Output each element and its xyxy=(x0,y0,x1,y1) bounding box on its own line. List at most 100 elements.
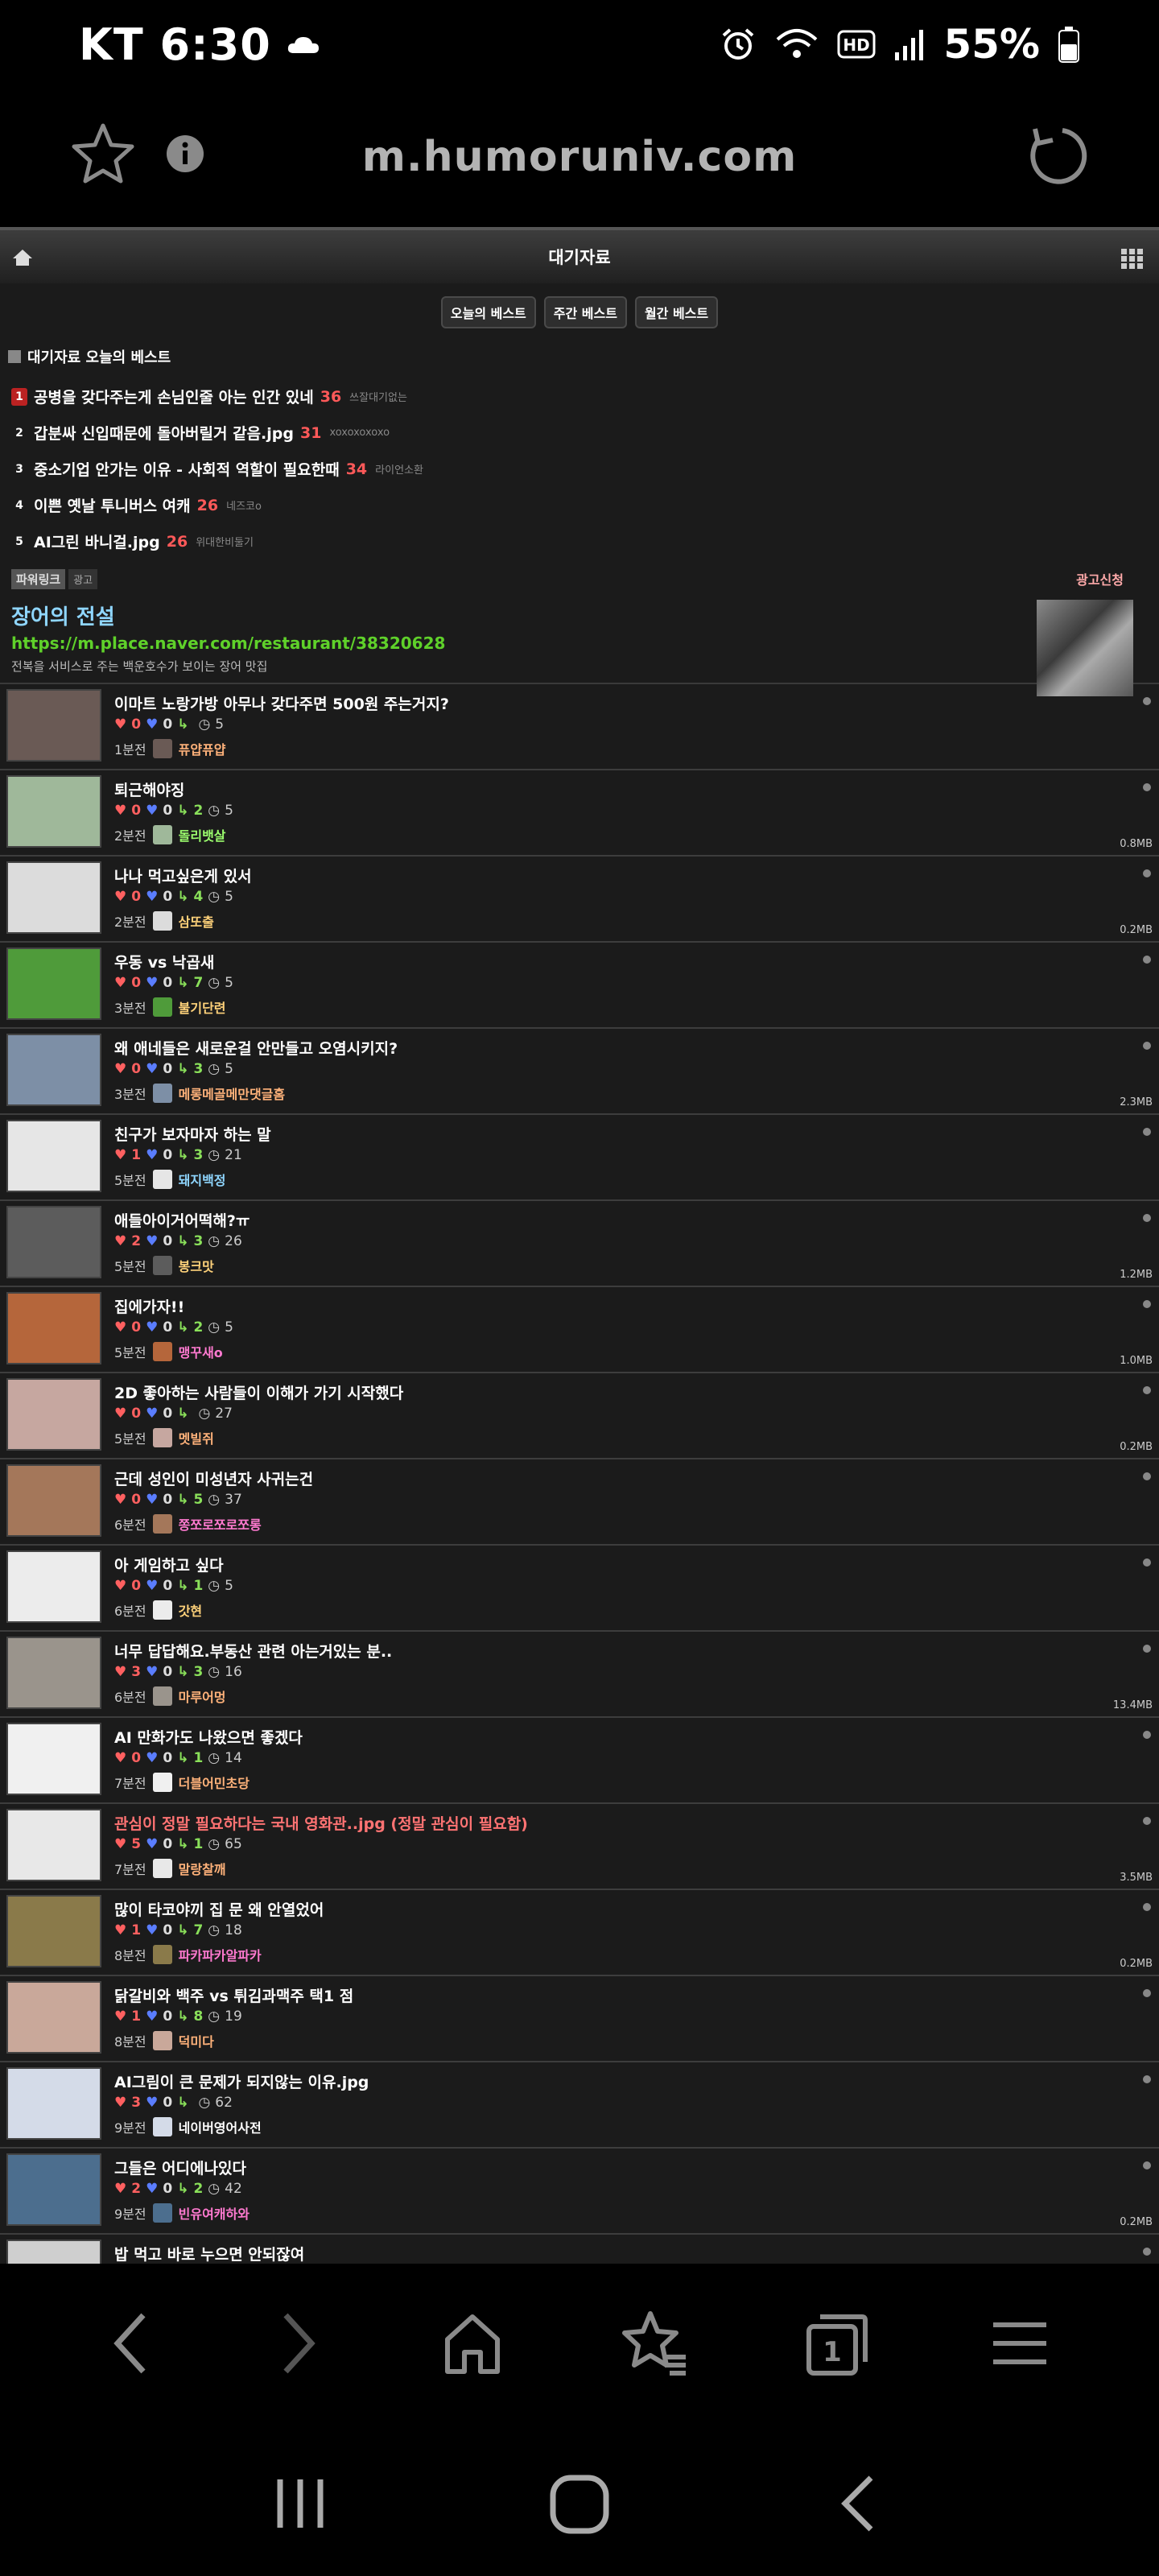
post-author[interactable]: 퓨얍퓨얍 xyxy=(179,739,226,758)
post-row[interactable]: 애들아이거어떡해?ㅠ ♥ 2 ♥ 0 ↳ 3 ◷ 26 5분전 봉크맛 1.2M… xyxy=(0,1201,1159,1287)
post-title[interactable]: 관심이 정말 필요하다는 국내 영화관..jpg (정말 관심이 필요함) xyxy=(114,1812,528,1834)
post-author[interactable]: 멧빌쥐 xyxy=(179,1428,214,1447)
post-title[interactable]: 2D 좋아하는 사람들이 이해가 가기 시작했다 xyxy=(114,1381,403,1403)
post-row[interactable]: 많이 타코야끼 집 문 왜 안열었어 ♥ 1 ♥ 0 ↳ 7 ◷ 18 8분전 … xyxy=(0,1890,1159,1976)
post-row[interactable]: 집에가자!! ♥ 0 ♥ 0 ↳ 2 ◷ 5 5분전 맹꾸새o 1.0MB xyxy=(0,1287,1159,1373)
post-thumbnail[interactable] xyxy=(6,1034,101,1106)
tabs-icon[interactable]: 1 xyxy=(801,2307,873,2380)
post-row[interactable]: 퇴근해야징 ♥ 0 ♥ 0 ↳ 2 ◷ 5 2분전 돌리뱃살 0.8MB xyxy=(0,770,1159,857)
home-button-icon[interactable] xyxy=(543,2471,616,2536)
post-title[interactable]: 왜 애네들은 새로운걸 안만들고 오염시키지? xyxy=(114,1037,398,1059)
best-item-title[interactable]: 중소기업 안가는 이유 - 사회적 역할이 필요한때 xyxy=(34,458,340,480)
grid-menu-icon[interactable] xyxy=(1120,248,1145,270)
post-thumbnail[interactable] xyxy=(6,1981,101,2054)
tab-monthly-best[interactable]: 월간 베스트 xyxy=(634,296,719,328)
post-thumbnail[interactable] xyxy=(6,1292,101,1364)
post-author[interactable]: 메롱메골메만댓글홈 xyxy=(179,1084,285,1103)
post-author[interactable]: 빈유여캐하와 xyxy=(179,2203,250,2223)
post-title[interactable]: AI 만화가도 나왔으면 좋겠다 xyxy=(114,1726,303,1748)
post-title[interactable]: 집에가자!! xyxy=(114,1295,184,1317)
post-title[interactable]: 아 게임하고 싶다 xyxy=(114,1554,224,1575)
post-row[interactable]: 나나 먹고싶은게 있서 ♥ 0 ♥ 0 ↳ 4 ◷ 5 2분전 삼또출 0.2M… xyxy=(0,857,1159,943)
post-thumbnail[interactable] xyxy=(6,947,101,1020)
post-author[interactable]: 돼지백정 xyxy=(179,1170,226,1189)
bookmarks-icon[interactable] xyxy=(618,2307,691,2380)
post-thumbnail[interactable] xyxy=(6,1206,101,1278)
post-thumbnail[interactable] xyxy=(6,1550,101,1623)
post-row[interactable]: 친구가 보자마자 하는 말 ♥ 1 ♥ 0 ↳ 3 ◷ 21 5분전 돼지백정 xyxy=(0,1115,1159,1201)
post-author[interactable]: 갓현 xyxy=(179,1600,202,1620)
post-thumbnail[interactable] xyxy=(6,1895,101,1967)
url-bar[interactable]: m.humoruniv.com xyxy=(0,133,1159,181)
post-row[interactable]: 근데 성인이 미성년자 사귀는건 ♥ 0 ♥ 0 ↳ 5 ◷ 37 6분전 쫑쪼… xyxy=(0,1459,1159,1546)
post-thumbnail[interactable] xyxy=(6,2240,101,2264)
post-thumbnail[interactable] xyxy=(6,1378,101,1451)
best-item[interactable]: 5 AI그린 바니걸.jpg 26 위대한비둘기 xyxy=(11,523,1148,559)
post-title[interactable]: 퇴근해야징 xyxy=(114,778,184,800)
recent-apps-icon[interactable] xyxy=(264,2471,336,2536)
best-item-title[interactable]: 공병을 갖다주는게 손님인줄 아는 인간 있네 xyxy=(34,386,314,407)
post-thumbnail[interactable] xyxy=(6,1120,101,1192)
best-item[interactable]: 2 갑분싸 신입때문에 돌아버릴거 같음.jpg 31 xoxoxoxoxo xyxy=(11,415,1148,451)
post-author[interactable]: 파카파카알파카 xyxy=(179,1945,262,1964)
best-item[interactable]: 1 공병을 갖다주는게 손님인줄 아는 인간 있네 36 쓰잘대기없는 xyxy=(11,378,1148,415)
best-item[interactable]: 4 이쁜 옛날 투니버스 여캐 26 네즈코o xyxy=(11,487,1148,523)
post-title[interactable]: 밥 먹고 바로 누으면 안되잖여 xyxy=(114,2243,304,2264)
ad-title[interactable]: 장어의 전설 xyxy=(11,601,1148,630)
post-author[interactable]: 더블어민초당 xyxy=(179,1773,250,1792)
post-author[interactable]: 말랑찰깨 xyxy=(179,1859,226,1878)
post-thumbnail[interactable] xyxy=(6,2067,101,2140)
best-item-title[interactable]: 갑분싸 신입때문에 돌아버릴거 같음.jpg xyxy=(34,422,294,444)
post-author[interactable]: 불기단련 xyxy=(179,997,226,1017)
post-title[interactable]: 근데 성인이 미성년자 사귀는건 xyxy=(114,1468,313,1489)
post-row[interactable]: 아 게임하고 싶다 ♥ 0 ♥ 0 ↳ 1 ◷ 5 6분전 갓현 xyxy=(0,1546,1159,1632)
post-author[interactable]: 덕미다 xyxy=(179,2031,214,2050)
post-row[interactable]: 관심이 정말 필요하다는 국내 영화관..jpg (정말 관심이 필요함) ♥ … xyxy=(0,1804,1159,1890)
post-title[interactable]: 친구가 보자마자 하는 말 xyxy=(114,1123,271,1145)
post-row[interactable]: 2D 좋아하는 사람들이 이해가 가기 시작했다 ♥ 0 ♥ 0 ↳ ◷ 27 … xyxy=(0,1373,1159,1459)
post-author[interactable]: 돌리뱃살 xyxy=(179,825,226,844)
post-thumbnail[interactable] xyxy=(6,1723,101,1795)
post-thumbnail[interactable] xyxy=(6,2153,101,2226)
back-icon[interactable] xyxy=(103,2307,159,2380)
post-thumbnail[interactable] xyxy=(6,861,101,934)
post-row[interactable]: 너무 답답해요.부동산 관련 아는거있는 분.. ♥ 3 ♥ 0 ↳ 3 ◷ 1… xyxy=(0,1632,1159,1718)
forward-icon[interactable] xyxy=(270,2307,326,2380)
post-thumbnail[interactable] xyxy=(6,1464,101,1537)
menu-icon[interactable] xyxy=(984,2307,1056,2380)
best-item[interactable]: 3 중소기업 안가는 이유 - 사회적 역할이 필요한때 34 라이언소환 xyxy=(11,451,1148,487)
post-row[interactable]: 밥 먹고 바로 누으면 안되잖여 ♥ ♥ ↳ ◷ xyxy=(0,2235,1159,2264)
system-back-icon[interactable] xyxy=(823,2471,895,2536)
post-row[interactable]: 이마트 노랑가방 아무나 갖다주면 500원 주는거지? ♥ 0 ♥ 0 ↳ ◷… xyxy=(0,684,1159,770)
post-thumbnail[interactable] xyxy=(6,1809,101,1881)
home-icon[interactable] xyxy=(11,248,34,267)
post-title[interactable]: 많이 타코야끼 집 문 왜 안열었어 xyxy=(114,1898,324,1920)
post-title[interactable]: 그들은 어디에나있다 xyxy=(114,2157,246,2178)
post-author[interactable]: 네이버영어사전 xyxy=(179,2117,262,2136)
post-title[interactable]: 너무 답답해요.부동산 관련 아는거있는 분.. xyxy=(114,1640,392,1662)
post-author[interactable]: 봉크맛 xyxy=(179,1256,214,1275)
best-item-title[interactable]: 이쁜 옛날 투니버스 여캐 xyxy=(34,494,191,516)
home-nav-icon[interactable] xyxy=(436,2307,509,2380)
post-row[interactable]: 닭갈비와 백주 vs 튀김과맥주 택1 점 ♥ 1 ♥ 0 ↳ 8 ◷ 19 8… xyxy=(0,1976,1159,2062)
post-author[interactable]: 삼또출 xyxy=(179,911,214,931)
post-author[interactable]: 맹꾸새o xyxy=(179,1342,223,1361)
post-thumbnail[interactable] xyxy=(6,775,101,848)
post-thumbnail[interactable] xyxy=(6,1637,101,1709)
post-title[interactable]: 이마트 노랑가방 아무나 갖다주면 500원 주는거지? xyxy=(114,692,449,714)
post-title[interactable]: 나나 먹고싶은게 있서 xyxy=(114,865,252,886)
best-item-title[interactable]: AI그린 바니걸.jpg xyxy=(34,530,160,552)
post-row[interactable]: AI그림이 큰 문제가 되지않는 이유.jpg ♥ 3 ♥ 0 ↳ ◷ 62 9… xyxy=(0,2062,1159,2149)
post-thumbnail[interactable] xyxy=(6,689,101,762)
ad-apply-link[interactable]: 광고신청 xyxy=(1076,569,1124,588)
ad-url[interactable]: https://m.place.naver.com/restaurant/383… xyxy=(11,634,1148,653)
post-title[interactable]: AI그림이 큰 문제가 되지않는 이유.jpg xyxy=(114,2070,369,2092)
post-title[interactable]: 애들아이거어떡해?ㅠ xyxy=(114,1209,250,1231)
ad-thumbnail[interactable] xyxy=(1037,600,1133,696)
post-row[interactable]: 우동 vs 낙곱새 ♥ 0 ♥ 0 ↳ 7 ◷ 5 3분전 불기단련 xyxy=(0,943,1159,1029)
post-title[interactable]: 우동 vs 낙곱새 xyxy=(114,951,214,972)
tab-weekly-best[interactable]: 주간 베스트 xyxy=(543,296,627,328)
post-title[interactable]: 닭갈비와 백주 vs 튀김과맥주 택1 점 xyxy=(114,1984,353,2006)
tab-today-best[interactable]: 오늘의 베스트 xyxy=(440,296,536,328)
post-row[interactable]: AI 만화가도 나왔으면 좋겠다 ♥ 0 ♥ 0 ↳ 1 ◷ 14 7분전 더블… xyxy=(0,1718,1159,1804)
